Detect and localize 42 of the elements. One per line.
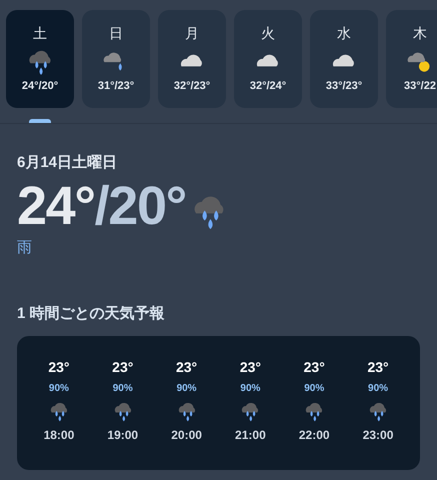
cloud-icon <box>332 54 354 66</box>
precipitation-chance: 90% <box>304 382 324 396</box>
rain-cloud-icon <box>29 50 51 75</box>
cloud-drop-icon <box>104 52 122 71</box>
rain-cloud-icon <box>194 196 224 229</box>
precipitation-chance: 90% <box>176 382 197 396</box>
hour-time: 18:00 <box>44 426 74 444</box>
rain-cloud-icon <box>242 402 258 421</box>
hour-temperature: 23° <box>367 358 389 376</box>
cloud-icon <box>256 54 278 66</box>
hour-temperature: 23° <box>304 358 325 376</box>
precipitation-chance: 90% <box>368 382 388 396</box>
cloud-sun-icon <box>408 52 430 72</box>
day-tab[interactable]: 水 33°/23° <box>310 10 378 108</box>
rain-cloud-icon <box>114 402 131 421</box>
rain-cloud-icon <box>306 402 322 421</box>
high-temperature: 24° <box>17 174 95 236</box>
day-tab[interactable]: 日 31°/23° <box>82 10 150 108</box>
hour-time: 22:00 <box>298 426 330 444</box>
date-label: 6月14日土曜日 <box>17 153 118 173</box>
rain-cloud-icon <box>178 402 195 421</box>
hour-temperature: 23° <box>48 358 70 376</box>
hour-time: 19:00 <box>107 426 138 444</box>
cloud-icon <box>180 54 202 66</box>
hour-time: 20:00 <box>171 426 202 444</box>
hour-temperature: 23° <box>112 358 134 376</box>
day-tab[interactable]: 月 32°/23° <box>158 10 226 108</box>
precipitation-chance: 90% <box>48 382 69 396</box>
section-heading: 1 時間ごとの天気予報 <box>17 304 165 324</box>
low-temperature: /20° <box>94 174 186 236</box>
hour-temperature: 23° <box>240 358 261 376</box>
precipitation-chance: 90% <box>112 382 133 396</box>
day-tab[interactable]: 土 24°/20° <box>6 10 74 108</box>
rain-cloud-icon <box>370 402 386 421</box>
hour-time: 21:00 <box>235 426 266 444</box>
rain-cloud-icon <box>50 402 67 421</box>
condition-label: 雨 <box>17 238 32 258</box>
precipitation-chance: 90% <box>240 382 260 396</box>
day-tab[interactable]: 木 33°/22 <box>386 10 437 108</box>
hour-temperature: 23° <box>176 358 198 376</box>
hour-time: 23:00 <box>362 426 394 444</box>
day-tab[interactable]: 火 32°/24° <box>234 10 302 108</box>
